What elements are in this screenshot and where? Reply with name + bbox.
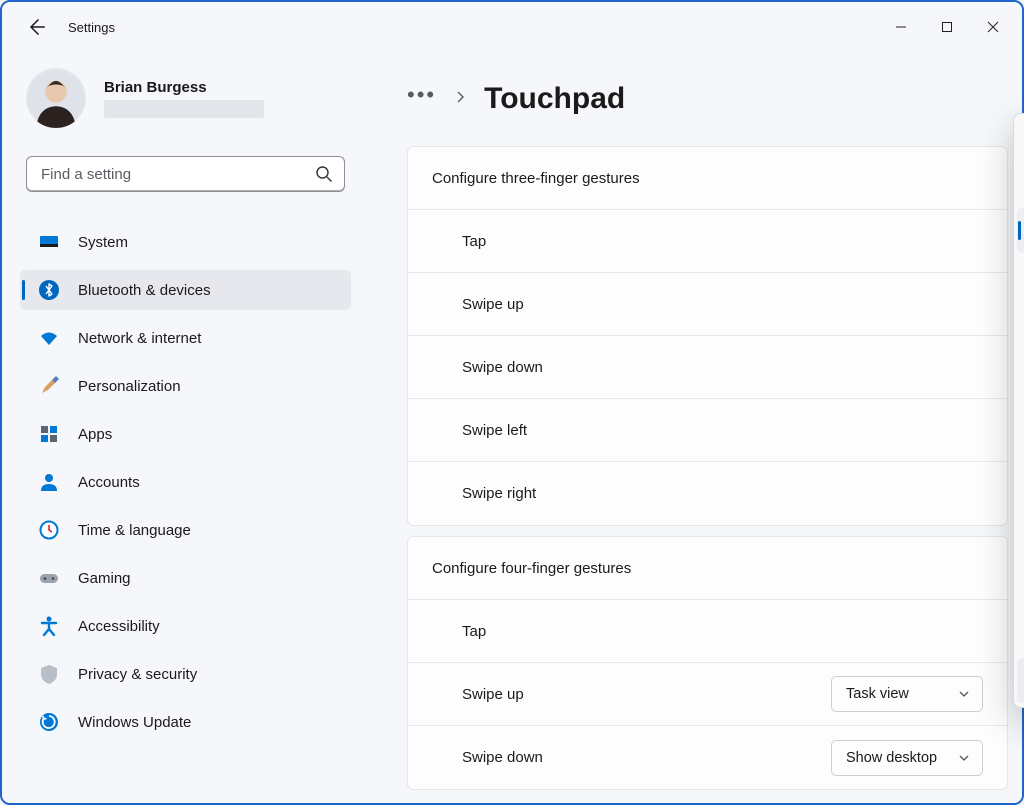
sidebar-item-system[interactable]: System	[20, 222, 351, 262]
sidebar-item-accounts[interactable]: Accounts	[20, 462, 351, 502]
sidebar-item-network[interactable]: Network & internet	[20, 318, 351, 358]
gesture-row-tap[interactable]: Tap	[408, 210, 1007, 273]
apps-icon	[38, 423, 60, 445]
page-title: Touchpad	[484, 82, 625, 116]
gesture-dropdown[interactable]: Task view	[831, 676, 983, 712]
sidebar-item-label: Bluetooth & devices	[78, 282, 211, 299]
wifi-icon	[38, 327, 60, 349]
flyout-option[interactable]: Maximize a window	[1017, 658, 1024, 703]
gesture-row-swipe-left[interactable]: Swipe left	[408, 399, 1007, 462]
nav-list: System Bluetooth & devices Network & int…	[20, 222, 351, 742]
gesture-label: Swipe right	[462, 485, 536, 502]
flyout-option[interactable]: Hide everything other than the app in fo…	[1017, 343, 1024, 388]
sidebar-item-label: Accounts	[78, 474, 140, 491]
sidebar-item-apps[interactable]: Apps	[20, 414, 351, 454]
person-icon	[38, 471, 60, 493]
section-header-three: Configure three-finger gestures	[408, 147, 1007, 210]
account-header[interactable]: Brian Burgess	[20, 68, 351, 128]
shield-icon	[38, 663, 60, 685]
clock-icon	[38, 519, 60, 541]
main-content: ••• Touchpad Configure three-finger gest…	[367, 52, 1022, 803]
section-header-four: Configure four-finger gestures	[408, 537, 1007, 600]
gesture-label: Swipe left	[462, 422, 527, 439]
bluetooth-icon	[38, 279, 60, 301]
update-icon	[38, 711, 60, 733]
flyout-option[interactable]: Remove desktop	[1017, 433, 1024, 478]
gesture-row-swipe-down-4[interactable]: Swipe down Show desktop	[408, 726, 1007, 789]
dropdown-value: Task view	[846, 686, 909, 702]
chevron-right-icon	[454, 90, 466, 108]
four-finger-section: Configure four-finger gestures Tap Swipe…	[407, 536, 1008, 790]
gesture-label: Tap	[462, 623, 486, 640]
flyout-option[interactable]: Snap window to the left	[1017, 568, 1024, 613]
gesture-label: Swipe up	[462, 296, 524, 313]
titlebar: Settings	[2, 2, 1022, 52]
gesture-row-swipe-up-4[interactable]: Swipe up Task view	[408, 663, 1007, 726]
chevron-down-icon	[958, 688, 970, 700]
search-input[interactable]	[26, 156, 345, 192]
search-icon	[315, 165, 333, 183]
flyout-option[interactable]: Switch apps	[1017, 163, 1024, 208]
sidebar-item-label: Accessibility	[78, 618, 160, 635]
sidebar-item-gaming[interactable]: Gaming	[20, 558, 351, 598]
gesture-row-swipe-right[interactable]: Swipe right	[408, 462, 1007, 525]
sidebar-item-accessibility[interactable]: Accessibility	[20, 606, 351, 646]
user-email-redacted	[104, 100, 264, 118]
sidebar-item-time-language[interactable]: Time & language	[20, 510, 351, 550]
sidebar-item-label: Windows Update	[78, 714, 191, 731]
sidebar-item-label: System	[78, 234, 128, 251]
sidebar-item-label: Personalization	[78, 378, 181, 395]
sidebar-item-label: Apps	[78, 426, 112, 443]
user-name: Brian Burgess	[104, 79, 264, 96]
maximize-button[interactable]	[924, 8, 970, 46]
chevron-down-icon	[958, 752, 970, 764]
gesture-dropdown[interactable]: Show desktop	[831, 740, 983, 776]
sidebar-item-label: Time & language	[78, 522, 191, 539]
accessibility-icon	[38, 615, 60, 637]
gesture-label: Swipe up	[462, 686, 524, 703]
sidebar-item-label: Network & internet	[78, 330, 201, 347]
sidebar-item-bluetooth-devices[interactable]: Bluetooth & devices	[20, 270, 351, 310]
flyout-option[interactable]: Forward navigation	[1017, 478, 1024, 523]
breadcrumb: ••• Touchpad	[407, 82, 1008, 116]
display-icon	[38, 231, 60, 253]
gesture-row-tap-4[interactable]: Tap	[408, 600, 1007, 663]
gesture-label: Swipe down	[462, 359, 543, 376]
window-controls	[878, 8, 1016, 46]
flyout-option[interactable]: Task view	[1017, 208, 1024, 253]
sidebar-item-windows-update[interactable]: Windows Update	[20, 702, 351, 742]
gesture-row-swipe-up[interactable]: Swipe up	[408, 273, 1007, 336]
sidebar-item-label: Privacy & security	[78, 666, 197, 683]
flyout-option[interactable]: Backward navigation	[1017, 523, 1024, 568]
gesture-row-swipe-down[interactable]: Swipe down	[408, 336, 1007, 399]
dropdown-flyout: Nothing Switch apps Task view Show deskt…	[1013, 113, 1024, 708]
flyout-option[interactable]: Show desktop	[1017, 253, 1024, 298]
gesture-label: Swipe down	[462, 749, 543, 766]
breadcrumb-more-icon[interactable]: •••	[407, 82, 436, 116]
gesture-label: Tap	[462, 233, 486, 250]
dropdown-value: Show desktop	[846, 750, 937, 766]
flyout-option[interactable]: Create desktop	[1017, 388, 1024, 433]
flyout-option[interactable]: Snap window to the right	[1017, 613, 1024, 658]
minimize-button[interactable]	[878, 8, 924, 46]
sidebar-item-privacy[interactable]: Privacy & security	[20, 654, 351, 694]
flyout-option[interactable]: Switch desktops	[1017, 298, 1024, 343]
flyout-option[interactable]: Nothing	[1017, 118, 1024, 163]
paintbrush-icon	[38, 375, 60, 397]
avatar	[26, 68, 86, 128]
search-box[interactable]	[26, 156, 345, 192]
sidebar-item-personalization[interactable]: Personalization	[20, 366, 351, 406]
sidebar: Brian Burgess System Bluetooth & devices	[2, 52, 367, 803]
back-icon[interactable]	[26, 17, 46, 37]
sidebar-item-label: Gaming	[78, 570, 131, 587]
close-button[interactable]	[970, 8, 1016, 46]
three-finger-section: Configure three-finger gestures Tap Swip…	[407, 146, 1008, 526]
gamepad-icon	[38, 567, 60, 589]
app-title: Settings	[68, 20, 115, 35]
